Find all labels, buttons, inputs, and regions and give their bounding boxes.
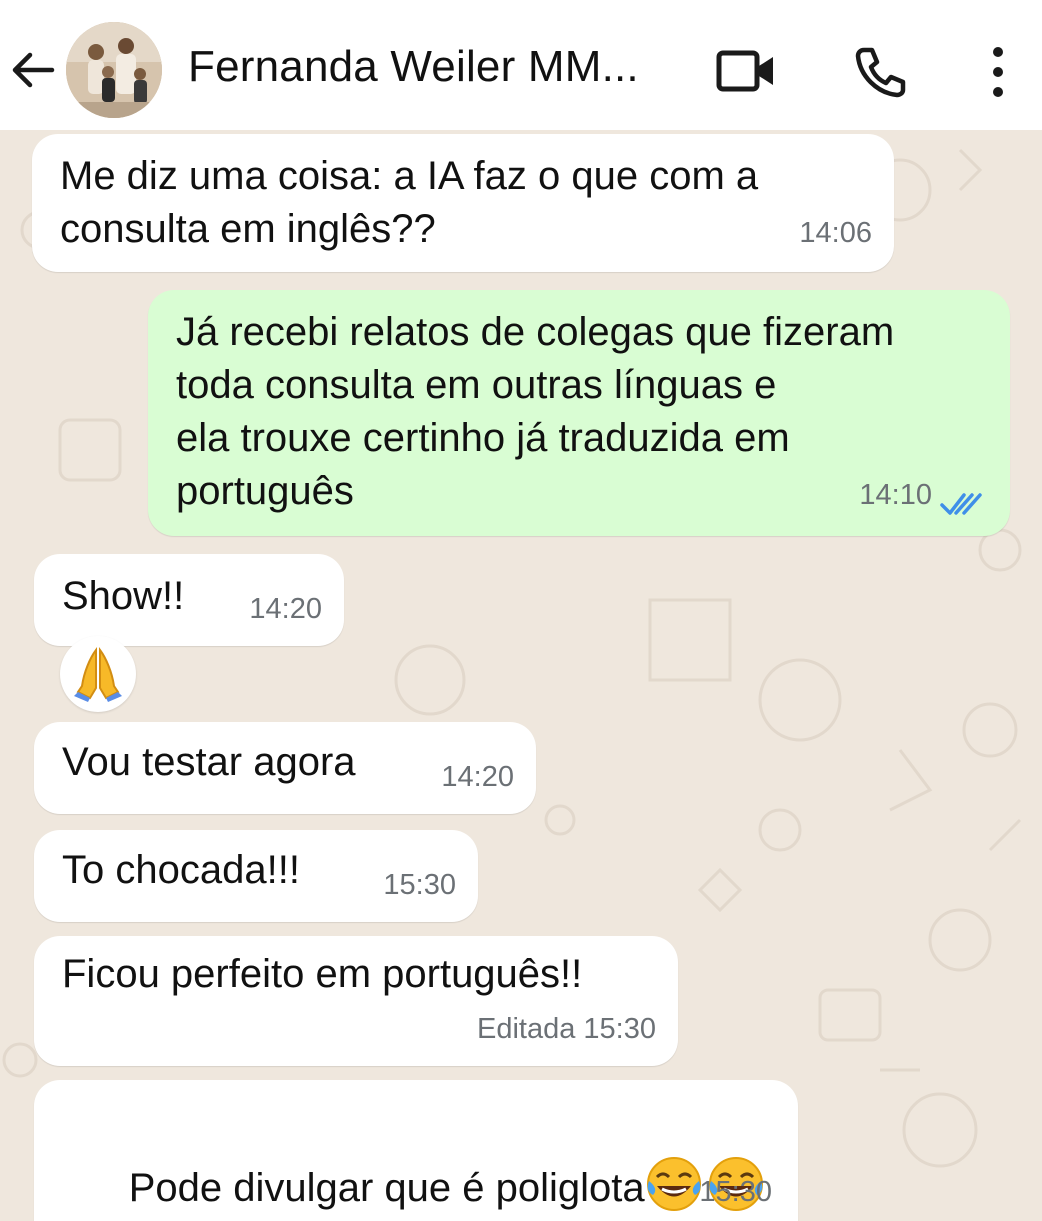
contact-name[interactable]: Fernanda Weiler MM... [188, 42, 639, 92]
message-bubble-incoming[interactable]: Vou testar agora 14:20 [34, 722, 536, 814]
message-time: 14:20 [249, 593, 322, 625]
message-text: Vou testar agora [62, 740, 356, 784]
message-time: 15:30 [699, 1176, 772, 1208]
message-time: 14:20 [441, 761, 514, 793]
message-text: To chocada!!! [62, 848, 300, 892]
avatar[interactable] [66, 22, 162, 118]
message-bubble-incoming[interactable]: Me diz uma coisa: a IA faz o que com a c… [32, 134, 894, 272]
message-time: 15:30 [383, 869, 456, 901]
message-text: Show!! [62, 574, 185, 618]
message-reaction[interactable] [60, 636, 136, 712]
message-bubble-outgoing[interactable]: Já recebi relatos de colegas que fizeram… [148, 290, 1010, 536]
phone-icon[interactable] [852, 44, 908, 100]
chat-header: Fernanda Weiler MM... [0, 0, 1042, 130]
message-bubble-incoming[interactable]: Pode divulgar que é poliglota 15:30 [34, 1080, 798, 1221]
message-bubble-incoming[interactable]: To chocada!!! 15:30 [34, 830, 478, 922]
tears-of-joy-emoji [646, 1157, 701, 1211]
message-time: 14:10 [859, 479, 932, 511]
message-time: 14:06 [799, 217, 872, 249]
message-bubble-incoming[interactable]: Ficou perfeito em português!! Editada 15… [34, 936, 678, 1066]
chat-area[interactable]: Me diz uma coisa: a IA faz o que com a c… [0, 130, 1042, 1221]
message-text: Pode divulgar que é poliglota [128, 1166, 645, 1210]
folded-hands-emoji [74, 646, 122, 702]
more-vert-icon[interactable] [984, 44, 1012, 100]
message-text: Me diz uma coisa: a IA faz o que com a c… [60, 154, 759, 251]
back-arrow-icon[interactable] [8, 45, 58, 95]
message-text: Ficou perfeito em português!! [62, 952, 583, 996]
message-text: Pode divulgar que é poliglota [62, 1102, 765, 1221]
read-receipt-icon [940, 493, 982, 515]
message-text: Já recebi relatos de colegas que fizeram… [176, 310, 895, 513]
message-bubble-incoming[interactable]: Show!! 14:20 [34, 554, 344, 646]
message-time: Editada 15:30 [477, 1013, 656, 1045]
video-call-icon[interactable] [716, 48, 776, 94]
